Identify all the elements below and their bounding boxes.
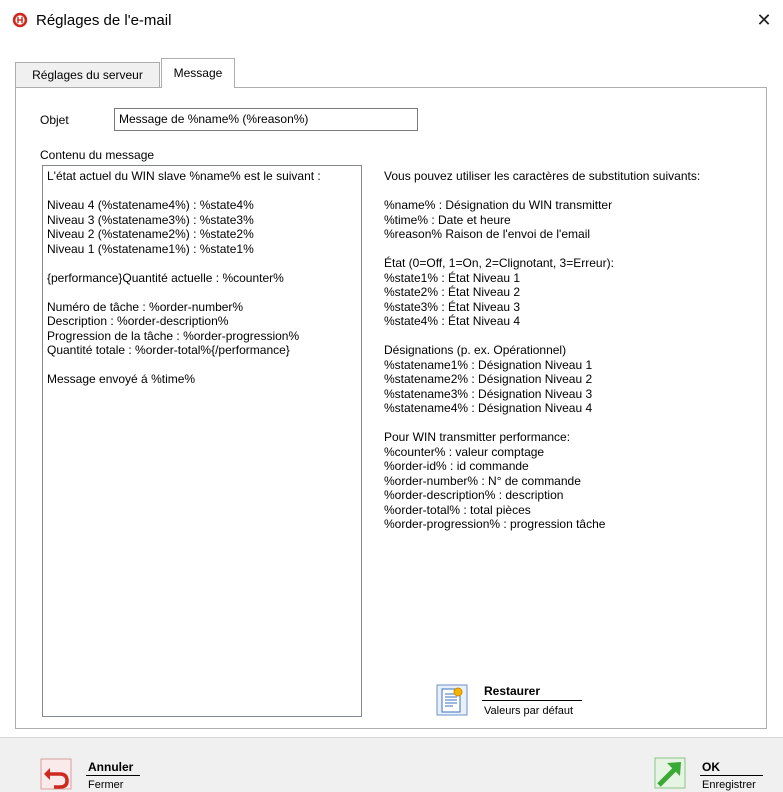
- help-line: %order-id% : id commande: [384, 459, 529, 473]
- message-content-textarea[interactable]: L'état actuel du WIN slave %name% est le…: [42, 165, 362, 717]
- subject-label: Objet: [40, 113, 69, 127]
- help-line: %state4% : État Niveau 4: [384, 314, 521, 328]
- message-line: [47, 256, 357, 271]
- message-line: Niveau 4 (%statename4%) : %state4%: [47, 198, 254, 212]
- ok-button-divider: [700, 775, 763, 776]
- restore-button-title: Restaurer: [484, 684, 541, 698]
- help-line: %order-progression% : progression tâche: [384, 517, 606, 531]
- help-line: %state2% : État Niveau 2: [384, 285, 521, 299]
- ok-button-subtitle: Enregistrer: [702, 779, 756, 791]
- help-line: %order-number% : N° de commande: [384, 473, 581, 488]
- window-title: Réglages de l'e-mail: [36, 12, 172, 29]
- message-line: Numéro de tâche : %order-number%: [47, 299, 244, 314]
- subject-input[interactable]: Message de %name% (%reason%): [114, 108, 418, 131]
- message-line: {performance}Quantité actuelle : %counte…: [47, 270, 284, 285]
- tab-server-settings[interactable]: Réglages du serveur: [15, 62, 160, 87]
- ok-button-title: OK: [702, 760, 720, 774]
- cancel-button-title: Annuler: [88, 760, 134, 774]
- message-line: Niveau 2 (%statename2%) : %state2%: [47, 227, 254, 241]
- placeholder-help-text: Vous pouvez utiliser les caractères de s…: [384, 169, 754, 532]
- help-line: %statename4% : Désignation Niveau 4: [384, 401, 593, 415]
- help-line: %state1% : État Niveau 1: [384, 270, 521, 285]
- message-content-label: Contenu du message: [40, 148, 155, 162]
- help-line: %reason% Raison de l'envoi de l'email: [384, 227, 591, 241]
- green-arrow-icon: [654, 757, 686, 789]
- title-bar: Réglages de l'e-mail ✕: [0, 0, 783, 40]
- undo-arrow-icon: [40, 758, 72, 790]
- help-line: %statename3% : Désignation Niveau 3: [384, 386, 593, 401]
- help-line: [384, 416, 754, 431]
- help-line: [384, 242, 754, 257]
- message-line: Quantité totale : %order-total%{/perform…: [47, 343, 290, 357]
- help-line: %order-total% : total pièces: [384, 502, 531, 517]
- restore-button-divider: [482, 700, 582, 701]
- message-line: [47, 358, 357, 373]
- message-line: [47, 184, 357, 199]
- tab-message[interactable]: Message: [161, 58, 235, 88]
- message-line: Progression de la tâche : %order-progres…: [47, 328, 300, 343]
- help-line: Pour WIN transmitter performance:: [384, 430, 571, 444]
- help-line: Vous pouvez utiliser les caractères de s…: [384, 169, 701, 183]
- message-line: Niveau 1 (%statename1%) : %state1%: [47, 241, 254, 256]
- document-restore-icon: [436, 684, 468, 716]
- help-line: [384, 329, 754, 344]
- help-line: %name% : Désignation du WIN transmitter: [384, 198, 613, 212]
- message-line: Message envoyé á %time%: [47, 372, 196, 386]
- restore-button-subtitle: Valeurs par défaut: [484, 705, 574, 717]
- help-line: %statename2% : Désignation Niveau 2: [384, 372, 593, 386]
- help-line: %statename1% : Désignation Niveau 1: [384, 357, 593, 372]
- help-line: %time% : Date et heure: [384, 212, 511, 227]
- help-line: %order-description% : description: [384, 488, 564, 502]
- message-line: Description : %order-description%: [47, 314, 229, 328]
- help-line: %state3% : État Niveau 3: [384, 299, 521, 314]
- close-button[interactable]: ✕: [752, 8, 776, 32]
- cancel-button-subtitle: Fermer: [88, 779, 124, 791]
- message-line: [47, 285, 357, 300]
- cancel-button-divider: [86, 775, 140, 776]
- help-line: %counter% : valeur comptage: [384, 444, 545, 459]
- help-line: État (0=Off, 1=On, 2=Clignotant, 3=Erreu…: [384, 256, 614, 270]
- help-line: Désignations (p. ex. Opérationnel): [384, 343, 567, 357]
- message-line: Niveau 3 (%statename3%) : %state3%: [47, 212, 254, 227]
- message-line: L'état actuel du WIN slave %name% est le…: [47, 169, 321, 183]
- help-line: [384, 184, 754, 199]
- app-logo-icon: [12, 12, 28, 28]
